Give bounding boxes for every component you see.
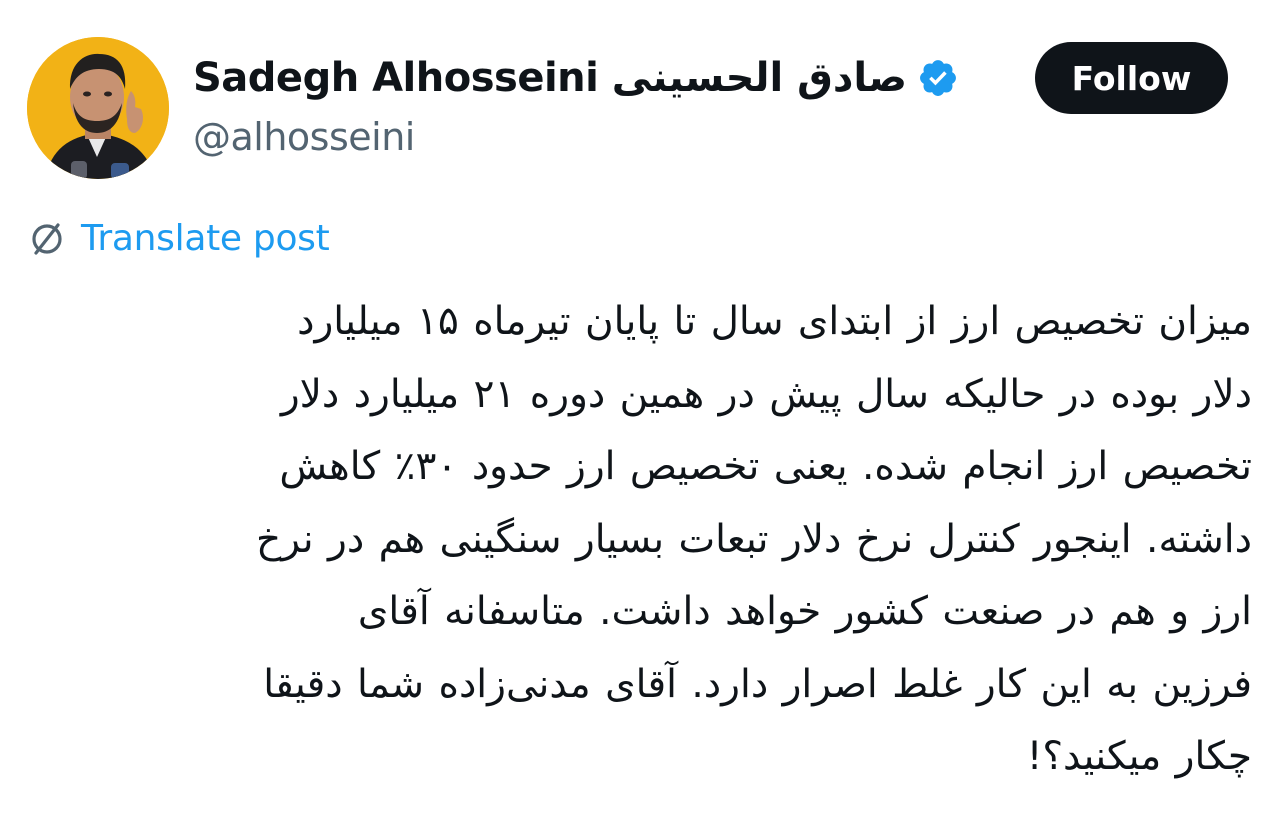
post-screenshot: Sadegh Alhosseini صادق الحسینی @alhossei…: [0, 0, 1280, 834]
post-text-line: ارز و هم در صنعت کشور خواهد داشت. متاسفا…: [357, 589, 1252, 634]
author-name-row: Sadegh Alhosseini صادق الحسینی: [193, 51, 993, 105]
post-text-line: دلار بوده در حالیکه سال پیش در همین دوره…: [280, 371, 1252, 417]
post-text-line: میزان تخصیص ارز از ابتدای سال تا پایان ت…: [297, 299, 1252, 344]
translate-post-link[interactable]: Translate post: [27, 218, 330, 259]
verified-badge-icon: [920, 60, 957, 96]
author-handle[interactable]: @alhosseini: [193, 115, 993, 159]
post-text-line: چکار میکنید؟!: [1026, 734, 1252, 779]
post-header: Sadegh Alhosseini صادق الحسینی @alhossei…: [27, 37, 1237, 182]
avatar[interactable]: [27, 37, 169, 179]
post-text-line: داشته. اینجور کنترل نرخ دلار تبعات بسیار…: [256, 516, 1252, 562]
post-text: میزان تخصیص ارز از ابتدای سال تا پایان ت…: [30, 286, 1252, 794]
translate-globe-icon: [32, 222, 62, 255]
avatar-image: [27, 37, 169, 179]
follow-button[interactable]: Follow: [1035, 42, 1228, 114]
post-text-line: تخصیص ارز انجام شده. یعنی تخصیص ارز حدود…: [279, 444, 1252, 489]
translate-post-label[interactable]: Translate post: [81, 218, 330, 259]
post-text-line: فرزین به این کار غلط اصرار دارد. آقای مد…: [263, 661, 1252, 707]
author-info: Sadegh Alhosseini صادق الحسینی @alhossei…: [193, 51, 993, 159]
author-display-name[interactable]: Sadegh Alhosseini صادق الحسینی: [193, 55, 908, 101]
